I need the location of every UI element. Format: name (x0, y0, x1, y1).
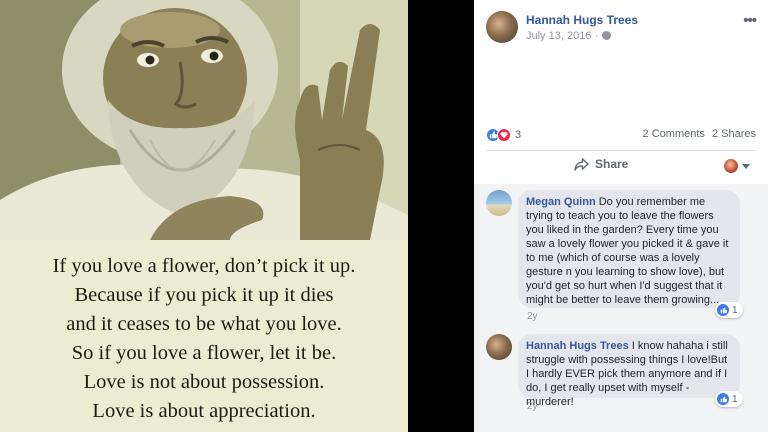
reactions-summary[interactable]: 3 (486, 126, 521, 144)
portrait-photo (0, 0, 408, 240)
more-options-icon[interactable]: ••• (743, 12, 757, 29)
comment-bubble: Hannah Hugs Trees I know hahaha i still … (518, 334, 740, 408)
post-panel: Hannah Hugs Trees July 13, 2016 · ••• 3 … (474, 0, 768, 432)
quote-line: So if you love a flower, let it be. (71, 342, 337, 364)
quote-line: Love is not about possession. (83, 371, 325, 393)
commenter-avatar[interactable] (486, 334, 512, 360)
author-avatar[interactable] (486, 11, 518, 43)
comment-age[interactable]: 2y (527, 311, 538, 322)
comment-like-count[interactable]: 1 (715, 302, 743, 318)
shares-count[interactable]: 2 Shares (712, 128, 756, 140)
quote-text: If you love a flower, don’t pick it up. … (0, 252, 408, 426)
post-date-row: July 13, 2016 · (526, 30, 612, 42)
commenter-avatar[interactable] (486, 190, 512, 216)
quote-image[interactable]: If you love a flower, don’t pick it up. … (0, 0, 408, 432)
like-reaction-icon (717, 393, 729, 405)
love-reaction-icon (497, 128, 511, 142)
quote-line: If you love a flower, don’t pick it up. (52, 255, 356, 277)
comment-as-selector[interactable] (724, 159, 750, 173)
share-button[interactable]: Share (574, 157, 628, 171)
comments-count[interactable]: 2 Comments (643, 128, 705, 140)
author-name[interactable]: Hannah Hugs Trees (526, 13, 638, 27)
like-count: 1 (732, 393, 738, 405)
commenter-name[interactable]: Megan Quinn (526, 196, 596, 208)
share-label: Share (595, 157, 629, 171)
quote-line: and it ceases to be what you love. (66, 313, 342, 335)
comment-text: Do you remember me trying to teach you t… (526, 196, 729, 306)
quote-line: Love is about appreciation. (92, 400, 316, 422)
comment-bubble: Megan Quinn Do you remember me trying to… (518, 190, 740, 308)
divider (486, 150, 756, 151)
post-date[interactable]: July 13, 2016 · (526, 30, 598, 42)
like-reaction-icon (717, 304, 729, 316)
quote-line: Because if you pick it up it dies (74, 284, 334, 306)
engagement-counts: 2 Comments 2 Shares (643, 128, 756, 140)
commenter-name[interactable]: Hannah Hugs Trees (526, 340, 629, 352)
share-icon (574, 157, 589, 171)
comment-age[interactable]: 2y (527, 401, 538, 412)
chevron-down-icon (742, 163, 750, 169)
like-count: 1 (732, 304, 738, 316)
viewer-gutter (408, 0, 474, 432)
comment-like-count[interactable]: 1 (715, 391, 743, 407)
reaction-count: 3 (515, 129, 522, 141)
current-user-avatar (724, 159, 738, 173)
globe-icon (602, 31, 612, 40)
